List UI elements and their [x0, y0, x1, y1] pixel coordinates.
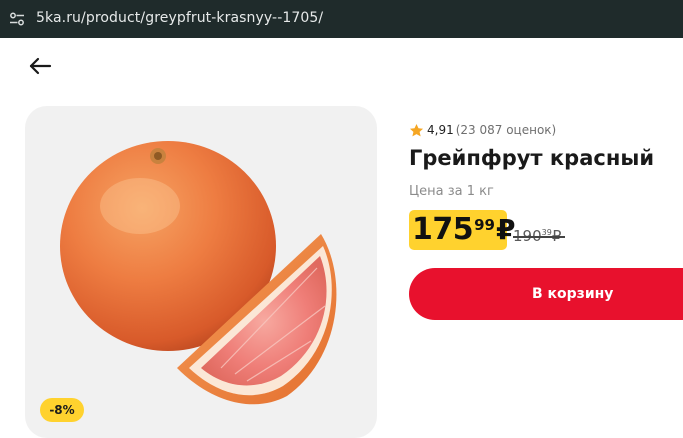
product-image-card — [25, 106, 377, 438]
rating-count: (23 087 оценок) — [455, 123, 557, 137]
site-settings-icon[interactable] — [9, 11, 25, 27]
add-to-cart-button[interactable]: В корзину — [409, 268, 683, 320]
grapefruit-image — [60, 141, 337, 405]
discount-badge: -8% — [40, 398, 84, 422]
product-rating[interactable]: 4,91 (23 087 оценок) — [409, 121, 556, 139]
rating-value: 4,91 — [427, 123, 454, 137]
arrow-left-icon[interactable] — [26, 53, 54, 79]
price-kopecks: 99 — [474, 216, 495, 234]
old-price: 190 39 ₽ — [513, 227, 565, 245]
strikethrough-line — [513, 236, 565, 238]
product-title: Грейпфрут красный — [409, 146, 655, 170]
star-icon — [409, 123, 424, 136]
url-text[interactable]: 5ka.ru/product/greypfrut-krasnyy--1705/ — [36, 10, 323, 26]
browser-address-bar[interactable]: 5ka.ru/product/greypfrut-krasnyy--1705/ — [0, 0, 683, 38]
current-price: 175 99 ₽ — [409, 210, 515, 250]
unit-price-label: Цена за 1 кг — [409, 184, 494, 199]
price-rubles: 175 — [412, 212, 474, 247]
